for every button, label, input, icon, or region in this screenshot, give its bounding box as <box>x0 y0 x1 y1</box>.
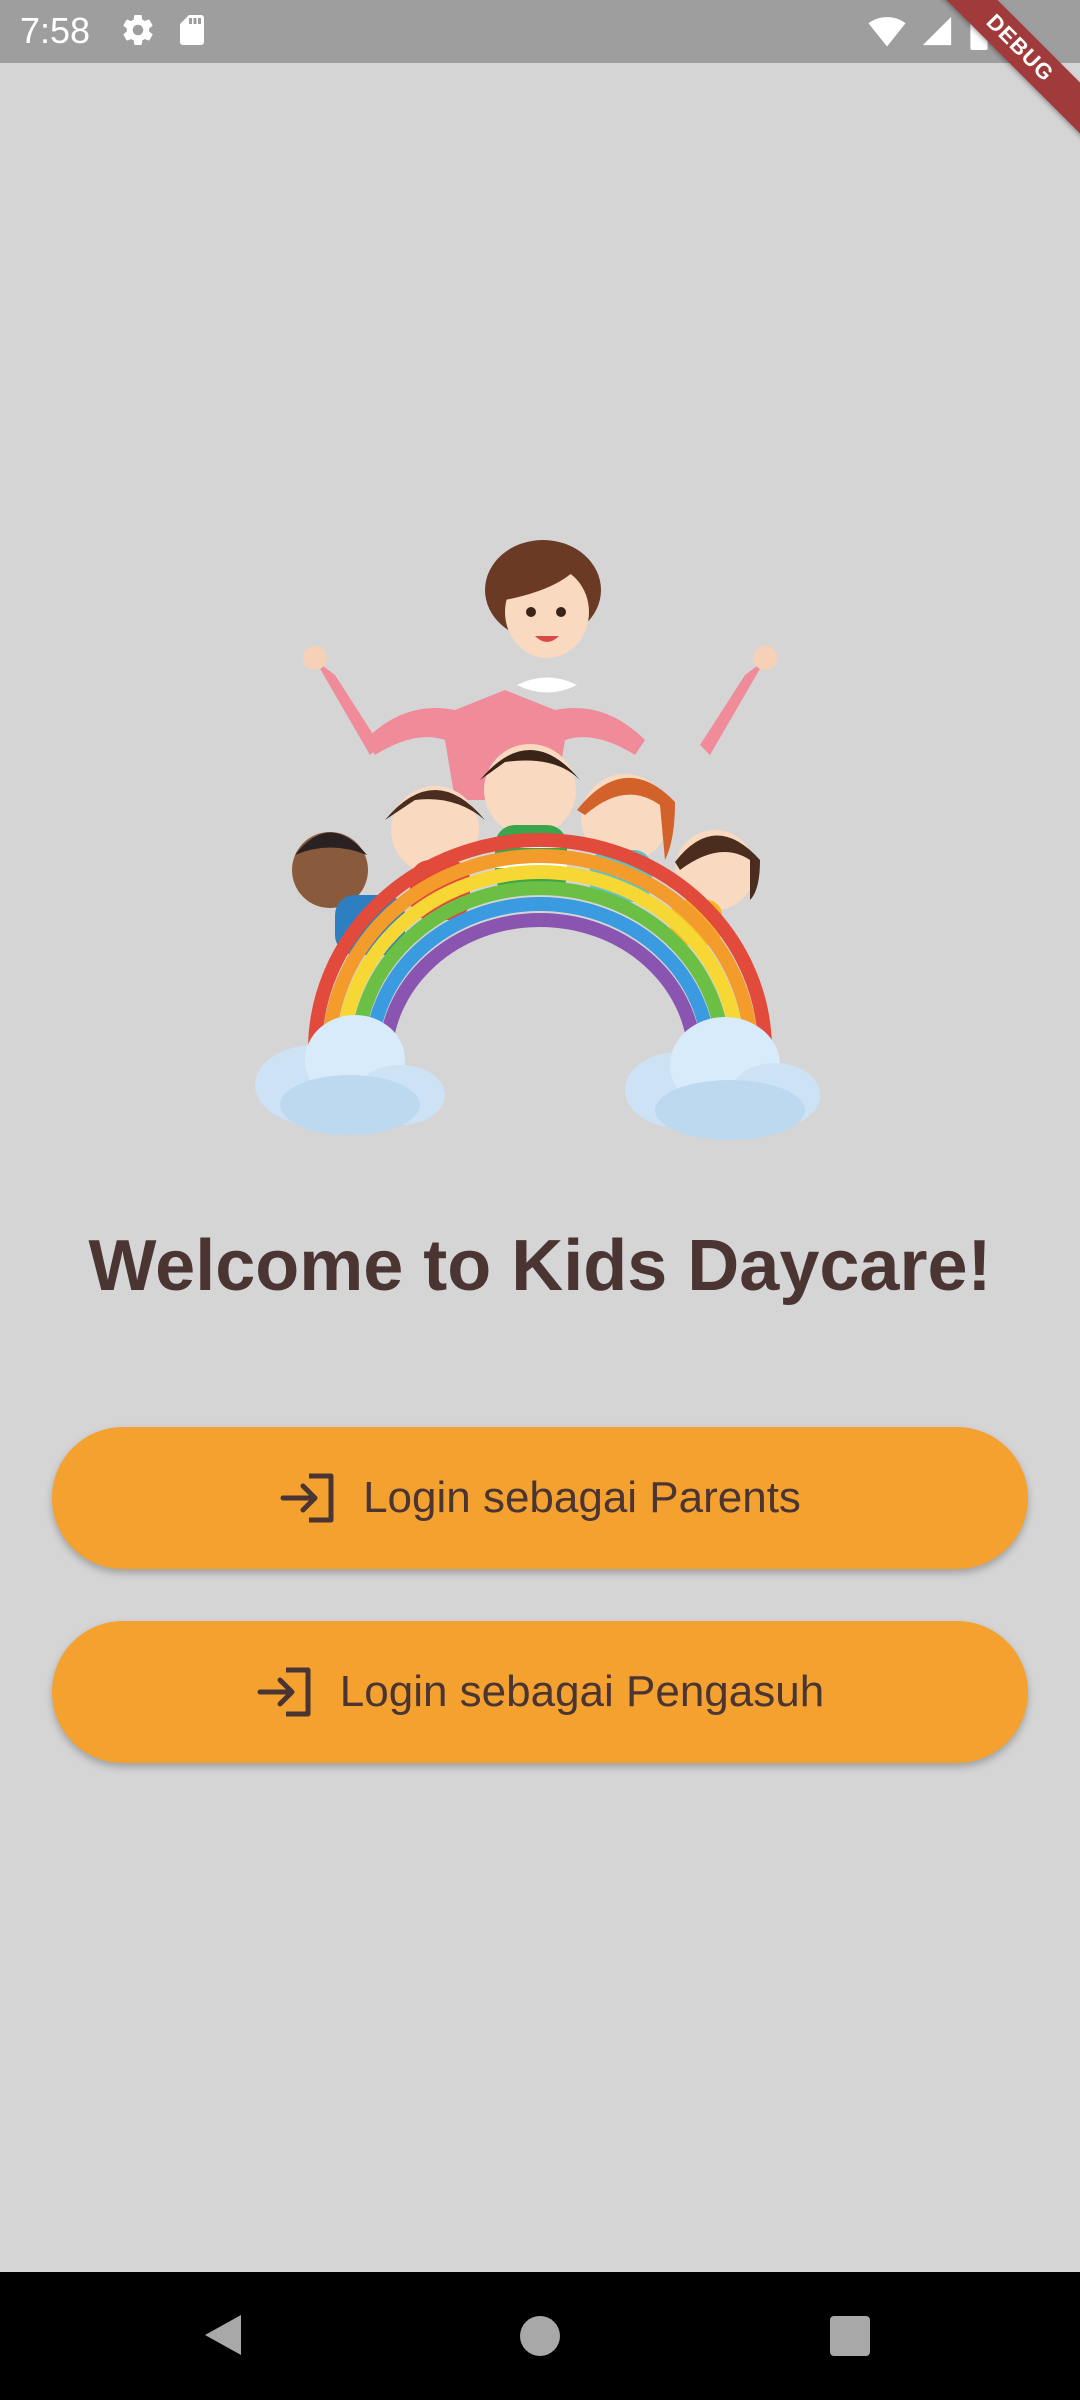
status-icons-left <box>120 12 210 48</box>
status-bar: 7:58 DEBUG <box>0 0 1080 146</box>
login-parents-button[interactable]: Login sebagai Parents <box>52 1427 1028 1569</box>
kids-daycare-illustration <box>255 540 820 1140</box>
login-pengasuh-button[interactable]: Login sebagai Pengasuh <box>52 1621 1028 1763</box>
back-icon[interactable] <box>203 2313 243 2357</box>
login-pengasuh-label: Login sebagai Pengasuh <box>339 1667 825 1716</box>
status-time: 7:58 <box>20 10 91 51</box>
login-icon <box>280 1473 334 1523</box>
welcome-title: Welcome to Kids Daycare! <box>88 1226 992 1306</box>
login-parents-label: Login sebagai Parents <box>363 1473 801 1522</box>
clouds <box>255 1015 820 1140</box>
wifi-icon <box>868 17 906 47</box>
login-icon <box>257 1667 311 1717</box>
recents-icon[interactable] <box>830 2316 870 2356</box>
navigation-bar <box>0 2272 1080 2400</box>
gear-icon <box>123 15 153 46</box>
signal-icon <box>922 16 952 46</box>
sd-card-icon <box>180 15 204 45</box>
home-icon[interactable] <box>520 2316 560 2356</box>
